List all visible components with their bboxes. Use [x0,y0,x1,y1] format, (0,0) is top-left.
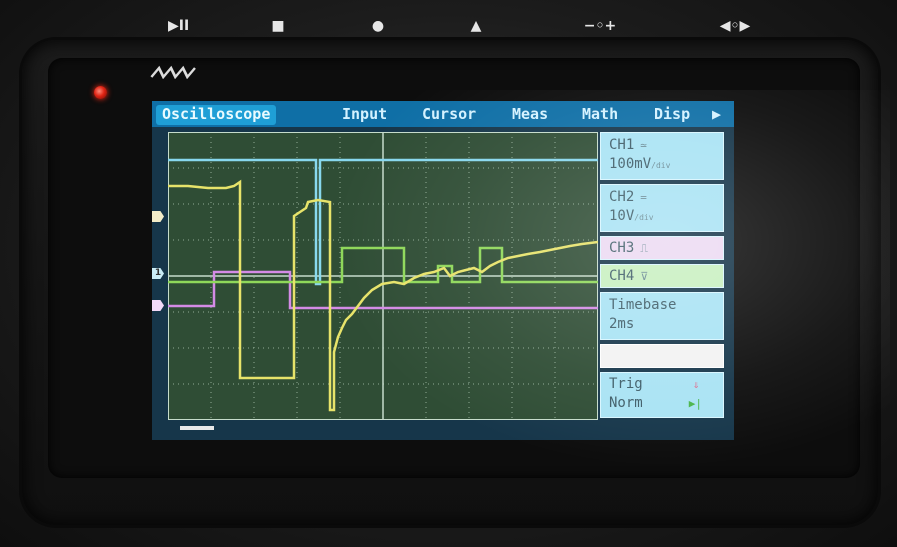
ch4-label: CH4 [609,268,635,284]
waveform-svg [168,132,598,420]
waveform-plot [168,132,598,420]
ch1-settings[interactable]: CH1 ≃ 100mV/div [600,132,724,180]
tab-cursor[interactable]: Cursor [422,105,476,125]
tab-oscilloscope[interactable]: Oscilloscope [156,105,277,125]
ch1-offset-marker[interactable] [152,211,164,222]
memory-scroll-thumb[interactable] [180,426,214,430]
ch2-coupling-icon: = [640,191,647,204]
trigger-settings[interactable]: Trig ⇓ Norm ▶| [600,372,724,418]
ch3-pulse-icon: ⎍ [640,242,648,255]
ch1-coupling-icon: ≃ [640,139,647,152]
ch2-settings[interactable]: CH2 = 10V/div [600,184,724,232]
up-triangle-icon[interactable]: ▲ [466,18,486,34]
ch1-volts-per-div: 100mV [609,156,652,172]
tab-disp[interactable]: Disp [654,105,690,125]
highlighted-blank-row[interactable] [600,344,724,368]
ch2-volts-per-div: 10V [609,208,635,224]
menu-bar: Oscilloscope Input Cursor Meas Math Disp… [152,101,734,127]
stop-square-icon[interactable]: ■ [268,18,288,34]
ch2-unit-suffix: /div [634,213,654,222]
menu-more-arrow-icon[interactable]: ▶ [712,105,721,125]
ch3-label: CH3 [609,240,635,256]
timebase-label: Timebase [609,297,677,313]
ch2-offset-marker[interactable] [152,300,164,311]
timebase-settings[interactable]: Timebase 2ms [600,292,724,340]
tab-math[interactable]: Math [582,105,618,125]
ch1-unit-suffix: /div [651,161,671,170]
ch4-offset-marker[interactable]: 1 [152,268,164,279]
tab-input[interactable]: Input [342,105,387,125]
play-pause-icon[interactable]: ▶II [168,18,189,34]
minus-plus-slider-icon[interactable]: −◦+ [570,18,630,34]
brand-logo [148,64,197,83]
trig-mode: Norm [609,395,643,411]
memory-scrollbar[interactable] [168,425,598,431]
trig-edge-icon: ⇓ [692,378,700,391]
ch2-label: CH2 [609,189,635,205]
left-right-arrows-icon[interactable]: ◀◦▶ [705,18,765,34]
ch4-settings[interactable]: CH4 ⊽ [600,264,724,288]
trig-source-icon: ▶| [688,397,702,410]
ch4-filter-icon: ⊽ [640,270,649,283]
timebase-value: 2ms [609,316,635,332]
ch3-settings[interactable]: CH3 ⎍ [600,236,724,260]
power-led-icon [94,86,107,99]
ch1-label: CH1 [609,137,635,153]
tab-meas[interactable]: Meas [512,105,548,125]
record-circle-icon[interactable]: ● [368,18,388,34]
oscilloscope-screen: Oscilloscope Input Cursor Meas Math Disp… [152,101,734,440]
trig-label: Trig [609,376,643,392]
